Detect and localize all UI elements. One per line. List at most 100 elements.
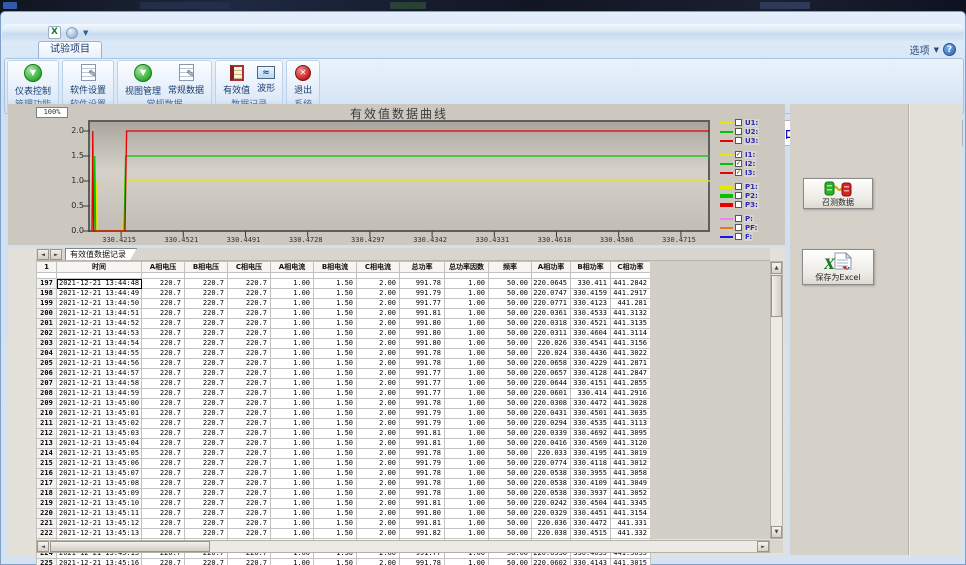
cell[interactable]: 1.50 xyxy=(314,439,357,449)
cell[interactable]: 220.7 xyxy=(228,469,271,479)
cell[interactable]: 1.00 xyxy=(271,409,314,419)
cell[interactable]: 220.7 xyxy=(142,379,185,389)
table-row[interactable]: 2212021-12-21 13:45:12220.7220.7220.71.0… xyxy=(37,519,651,529)
cell[interactable]: 220.7 xyxy=(228,489,271,499)
cell[interactable]: 220.7 xyxy=(142,309,185,319)
table-row[interactable]: 2072021-12-21 13:44:58220.7220.7220.71.0… xyxy=(37,379,651,389)
cell[interactable]: 220.0538 xyxy=(532,479,571,489)
cell[interactable]: 991.79 xyxy=(400,289,445,299)
cell[interactable]: 1.00 xyxy=(271,349,314,359)
cell[interactable]: 220.7 xyxy=(228,399,271,409)
row-number-cell[interactable]: 206 xyxy=(37,369,57,379)
cell[interactable]: 1.00 xyxy=(445,349,489,359)
cell[interactable]: 50.00 xyxy=(489,489,532,499)
cell[interactable]: 330.4159 xyxy=(571,289,611,299)
row-number-cell[interactable]: 217 xyxy=(37,479,57,489)
qat-dropdown-caret-icon[interactable]: ▼ xyxy=(83,29,88,37)
row-number-cell[interactable]: 221 xyxy=(37,519,57,529)
cell[interactable]: 330.4143 xyxy=(571,559,611,565)
cell[interactable]: 220.7 xyxy=(228,389,271,399)
cell[interactable]: 220.7 xyxy=(185,459,228,469)
table-row[interactable]: 2042021-12-21 13:44:55220.7220.7220.71.0… xyxy=(37,349,651,359)
cell[interactable]: 2.00 xyxy=(357,489,400,499)
cell[interactable]: 220.036 xyxy=(532,519,571,529)
cell[interactable]: 441.3022 xyxy=(611,349,651,359)
cell[interactable]: 330.4128 xyxy=(571,369,611,379)
cell[interactable]: 1.00 xyxy=(445,369,489,379)
cell[interactable]: 50.00 xyxy=(489,299,532,309)
cell[interactable]: 220.7 xyxy=(185,349,228,359)
cell[interactable]: 991.80 xyxy=(400,319,445,329)
cell[interactable]: 991.80 xyxy=(400,329,445,339)
cell[interactable]: 220.0431 xyxy=(532,409,571,419)
cell[interactable]: 1.50 xyxy=(314,449,357,459)
cell[interactable]: 2.00 xyxy=(357,519,400,529)
cell[interactable]: 1.50 xyxy=(314,369,357,379)
cell[interactable]: 220.7 xyxy=(142,409,185,419)
table-row[interactable]: 2192021-12-21 13:45:10220.7220.7220.71.0… xyxy=(37,499,651,509)
cell[interactable]: 50.00 xyxy=(489,469,532,479)
cell[interactable]: 1.00 xyxy=(445,329,489,339)
cell[interactable]: 220.0645 xyxy=(532,279,571,289)
scroll-right-icon[interactable]: ► xyxy=(757,541,769,552)
row-number-cell[interactable]: 209 xyxy=(37,399,57,409)
column-header[interactable]: A相电压 xyxy=(142,262,185,273)
cell[interactable]: 220.0339 xyxy=(532,429,571,439)
cell[interactable]: 441.2855 xyxy=(611,379,651,389)
row-number-cell[interactable]: 202 xyxy=(37,329,57,339)
cell[interactable]: 1.50 xyxy=(314,459,357,469)
cell[interactable]: 330.414 xyxy=(571,389,611,399)
cell[interactable]: 220.7 xyxy=(185,359,228,369)
cell[interactable]: 1.00 xyxy=(271,279,314,289)
cell[interactable]: 330.4472 xyxy=(571,399,611,409)
cell[interactable]: 220.7 xyxy=(228,529,271,539)
cell[interactable]: 220.7 xyxy=(142,389,185,399)
cell[interactable]: 991.78 xyxy=(400,399,445,409)
cell[interactable]: 330.4504 xyxy=(571,499,611,509)
cell[interactable]: 220.0416 xyxy=(532,439,571,449)
cell[interactable]: 2021-12-21 13:44:59 xyxy=(57,389,142,399)
row-number-cell[interactable]: 198 xyxy=(37,289,57,299)
cell[interactable]: 1.50 xyxy=(314,289,357,299)
vertical-scroll-thumb[interactable] xyxy=(771,275,782,317)
cell[interactable]: 1.00 xyxy=(271,389,314,399)
cell[interactable]: 1.50 xyxy=(314,529,357,539)
cell[interactable]: 2021-12-21 13:45:13 xyxy=(57,529,142,539)
cell[interactable]: 220.7 xyxy=(228,459,271,469)
cell[interactable]: 2021-12-21 13:45:03 xyxy=(57,429,142,439)
cell[interactable]: 220.7 xyxy=(142,369,185,379)
column-header[interactable]: A相功率 xyxy=(532,262,571,273)
cell[interactable]: 220.7 xyxy=(185,439,228,449)
table-row[interactable]: 2052021-12-21 13:44:56220.7220.7220.71.0… xyxy=(37,359,651,369)
cell[interactable]: 50.00 xyxy=(489,439,532,449)
cell[interactable]: 330.4521 xyxy=(571,319,611,329)
row-number-cell[interactable]: 220 xyxy=(37,509,57,519)
cell[interactable]: 2.00 xyxy=(357,409,400,419)
cell[interactable]: 330.4541 xyxy=(571,339,611,349)
cell[interactable]: 50.00 xyxy=(489,309,532,319)
table-row[interactable]: 2092021-12-21 13:45:00220.7220.7220.71.0… xyxy=(37,399,651,409)
cell[interactable]: 991.80 xyxy=(400,509,445,519)
cell[interactable]: 441.3113 xyxy=(611,419,651,429)
cell[interactable]: 2021-12-21 13:45:08 xyxy=(57,479,142,489)
cell[interactable]: 1.50 xyxy=(314,519,357,529)
cell[interactable]: 1.00 xyxy=(271,299,314,309)
cell[interactable]: 2021-12-21 13:44:53 xyxy=(57,329,142,339)
cell[interactable]: 1.00 xyxy=(445,379,489,389)
horizontal-scroll-thumb[interactable] xyxy=(50,541,210,552)
horizontal-scrollbar[interactable]: ◄ ► xyxy=(36,540,770,553)
cell[interactable]: 1.50 xyxy=(314,499,357,509)
cell[interactable]: 330.3955 xyxy=(571,469,611,479)
cell[interactable]: 220.0361 xyxy=(532,309,571,319)
cell[interactable]: 50.00 xyxy=(489,479,532,489)
column-header[interactable]: 时间 xyxy=(57,262,142,273)
cell[interactable]: 991.77 xyxy=(400,379,445,389)
cell[interactable]: 991.78 xyxy=(400,349,445,359)
cell[interactable]: 220.7 xyxy=(185,469,228,479)
cell[interactable]: 991.77 xyxy=(400,369,445,379)
legend-checkbox[interactable] xyxy=(735,192,742,199)
cell[interactable]: 1.50 xyxy=(314,309,357,319)
cell[interactable]: 220.7 xyxy=(142,319,185,329)
cell[interactable]: 1.00 xyxy=(445,419,489,429)
legend-checkbox[interactable] xyxy=(735,201,742,208)
